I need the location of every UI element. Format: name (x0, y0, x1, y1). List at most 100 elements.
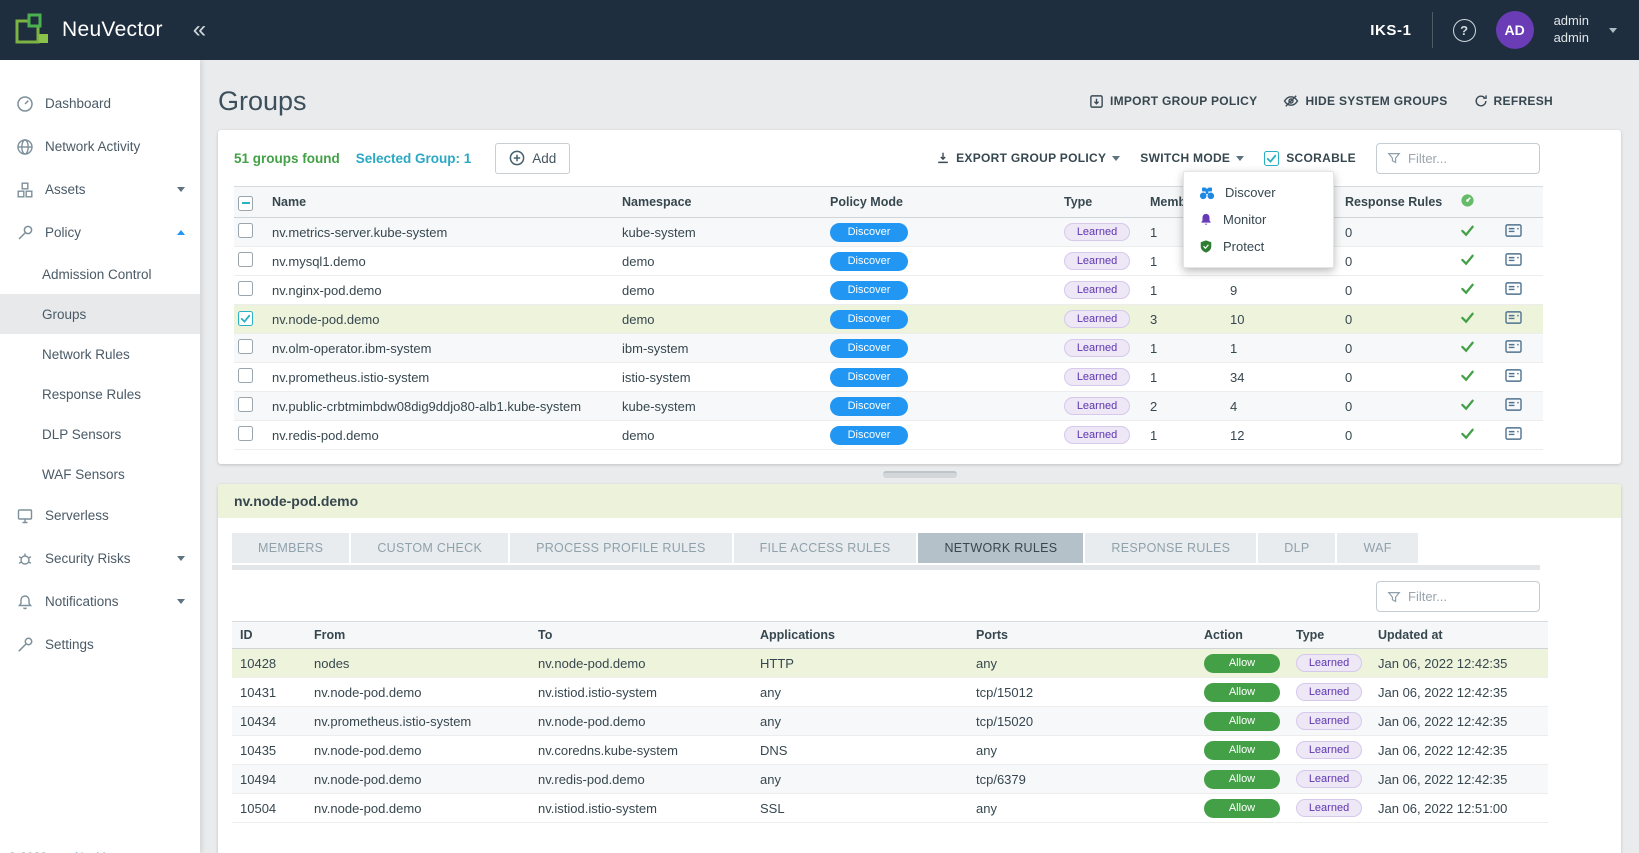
sidebar-item-dashboard[interactable]: Dashboard (0, 82, 200, 125)
col-header-from[interactable]: From (306, 622, 530, 649)
group-details-icon[interactable] (1505, 223, 1522, 238)
tab-waf[interactable]: WAF (1337, 533, 1417, 563)
sidebar-item-groups[interactable]: Groups (0, 294, 200, 334)
rule-row[interactable]: 10435 nv.node-pod.demo nv.coredns.kube-s… (232, 736, 1548, 765)
row-checkbox-checked[interactable] (238, 311, 253, 326)
splitter-grip[interactable] (883, 471, 957, 478)
add-group-button[interactable]: Add (495, 143, 570, 174)
sidebar-item-notifications[interactable]: Notifications (0, 580, 200, 623)
sidebar-item-assets[interactable]: Assets (0, 168, 200, 211)
scorable-checkbox[interactable] (1264, 151, 1279, 166)
rule-row[interactable]: 10434 nv.prometheus.istio-system nv.node… (232, 707, 1548, 736)
table-row[interactable]: nv.mysql1.demo demo Discover Learned 1 4… (234, 247, 1543, 276)
sidebar-item-policy[interactable]: Policy (0, 211, 200, 254)
bug-icon (16, 550, 34, 568)
tab-custom-check[interactable]: CUSTOM CHECK (351, 533, 508, 563)
table-row[interactable]: nv.prometheus.istio-system istio-system … (234, 363, 1543, 392)
menu-item-discover[interactable]: Discover (1184, 179, 1333, 206)
group-name-cell: nv.nginx-pod.demo (264, 276, 614, 305)
network-activity-icon (16, 138, 34, 156)
rule-row[interactable]: 10431 nv.node-pod.demo nv.istiod.istio-s… (232, 678, 1548, 707)
refresh-button[interactable]: REFRESH (1474, 94, 1553, 108)
cluster-name[interactable]: IKS-1 (1370, 22, 1411, 39)
table-row[interactable]: nv.olm-operator.ibm-system ibm-system Di… (234, 334, 1543, 363)
col-header-response-rules[interactable]: Response Rules (1337, 187, 1452, 218)
group-details-icon[interactable] (1505, 368, 1522, 383)
group-details-icon[interactable] (1505, 310, 1522, 325)
sidebar-item-network-activity[interactable]: Network Activity (0, 125, 200, 168)
col-header-applications[interactable]: Applications (752, 622, 968, 649)
serverless-icon (16, 507, 34, 525)
tab-dlp[interactable]: DLP (1258, 533, 1335, 563)
rule-row[interactable]: 10428 nodes nv.node-pod.demo HTTP any Al… (232, 649, 1548, 678)
table-row[interactable]: nv.nginx-pod.demo demo Discover Learned … (234, 276, 1543, 305)
switch-mode-button[interactable]: SWITCH MODE (1140, 151, 1244, 165)
group-name-cell: nv.public-crbtmimbdw08dig9ddjo80-alb1.ku… (264, 392, 614, 421)
menu-item-protect[interactable]: Protect (1184, 233, 1333, 260)
col-header-type[interactable]: Type (1056, 187, 1142, 218)
group-details-icon[interactable] (1505, 281, 1522, 296)
col-header-ports[interactable]: Ports (968, 622, 1196, 649)
collapse-sidebar-icon[interactable]: « (193, 18, 206, 42)
count-cell: 9 (1222, 276, 1337, 305)
tab-response-rules[interactable]: RESPONSE RULES (1085, 533, 1256, 563)
sidebar-item-network-rules[interactable]: Network Rules (0, 334, 200, 374)
row-checkbox[interactable] (238, 397, 253, 412)
user-menu[interactable]: admin admin (1554, 13, 1589, 47)
row-checkbox[interactable] (238, 281, 253, 296)
group-name-cell: nv.node-pod.demo (264, 305, 614, 334)
avatar[interactable]: AD (1496, 11, 1534, 49)
sidebar-item-serverless[interactable]: Serverless (0, 494, 200, 537)
chevron-down-icon[interactable] (1609, 28, 1617, 33)
export-group-policy-button[interactable]: EXPORT GROUP POLICY (936, 151, 1120, 165)
group-details-icon[interactable] (1505, 252, 1522, 267)
table-row[interactable]: nv.public-crbtmimbdw08dig9ddjo80-alb1.ku… (234, 392, 1543, 421)
group-details-icon[interactable] (1505, 339, 1522, 354)
sidebar-item-dlp-sensors[interactable]: DLP Sensors (0, 414, 200, 454)
col-header-namespace[interactable]: Namespace (614, 187, 822, 218)
col-header-id[interactable]: ID (232, 622, 306, 649)
select-all-checkbox[interactable] (238, 196, 253, 211)
tab-network-rules[interactable]: NETWORK RULES (918, 533, 1083, 563)
sidebar-item-security-risks[interactable]: Security Risks (0, 537, 200, 580)
row-checkbox[interactable] (238, 339, 253, 354)
members-cell: 2 (1142, 392, 1222, 421)
rules-filter-input[interactable] (1408, 589, 1529, 604)
sidebar-item-label: Serverless (45, 508, 109, 523)
table-row[interactable]: nv.metrics-server.kube-system kube-syste… (234, 218, 1543, 247)
col-header-updated-at[interactable]: Updated at (1370, 622, 1548, 649)
group-details-icon[interactable] (1505, 426, 1522, 441)
hide-system-groups-button[interactable]: HIDE SYSTEM GROUPS (1283, 94, 1447, 108)
group-details-icon[interactable] (1505, 397, 1522, 412)
rule-row[interactable]: 10504 nv.node-pod.demo nv.istiod.istio-s… (232, 794, 1548, 823)
col-header-policy-mode[interactable]: Policy Mode (822, 187, 1056, 218)
check-icon (1460, 223, 1475, 238)
scorable-toggle[interactable]: SCORABLE (1264, 151, 1356, 166)
tab-scroll-track[interactable] (232, 565, 1540, 570)
tab-process-profile-rules[interactable]: PROCESS PROFILE RULES (510, 533, 732, 563)
help-icon[interactable]: ? (1453, 19, 1476, 42)
import-group-policy-button[interactable]: IMPORT GROUP POLICY (1089, 94, 1258, 109)
sidebar-item-waf-sensors[interactable]: WAF Sensors (0, 454, 200, 494)
rule-row[interactable]: 10494 nv.node-pod.demo nv.redis-pod.demo… (232, 765, 1548, 794)
groups-filter-input[interactable] (1408, 151, 1529, 166)
row-checkbox[interactable] (238, 252, 253, 267)
rule-from-cell: nodes (306, 649, 530, 678)
tab-members[interactable]: MEMBERS (232, 533, 349, 563)
row-checkbox[interactable] (238, 426, 253, 441)
col-header-action[interactable]: Action (1196, 622, 1288, 649)
rule-from-cell: nv.node-pod.demo (306, 794, 530, 823)
sidebar-item-admission-control[interactable]: Admission Control (0, 254, 200, 294)
sidebar-item-settings[interactable]: Settings (0, 623, 200, 666)
table-row[interactable]: nv.redis-pod.demo demo Discover Learned … (234, 421, 1543, 450)
check-icon (1460, 339, 1475, 354)
col-header-type[interactable]: Type (1288, 622, 1370, 649)
col-header-to[interactable]: To (530, 622, 752, 649)
sidebar-item-response-rules[interactable]: Response Rules (0, 374, 200, 414)
table-row-selected[interactable]: nv.node-pod.demo demo Discover Learned 3… (234, 305, 1543, 334)
menu-item-monitor[interactable]: Monitor (1184, 206, 1333, 233)
tab-file-access-rules[interactable]: FILE ACCESS RULES (734, 533, 917, 563)
col-header-name[interactable]: Name (264, 187, 614, 218)
row-checkbox[interactable] (238, 368, 253, 383)
row-checkbox[interactable] (238, 223, 253, 238)
